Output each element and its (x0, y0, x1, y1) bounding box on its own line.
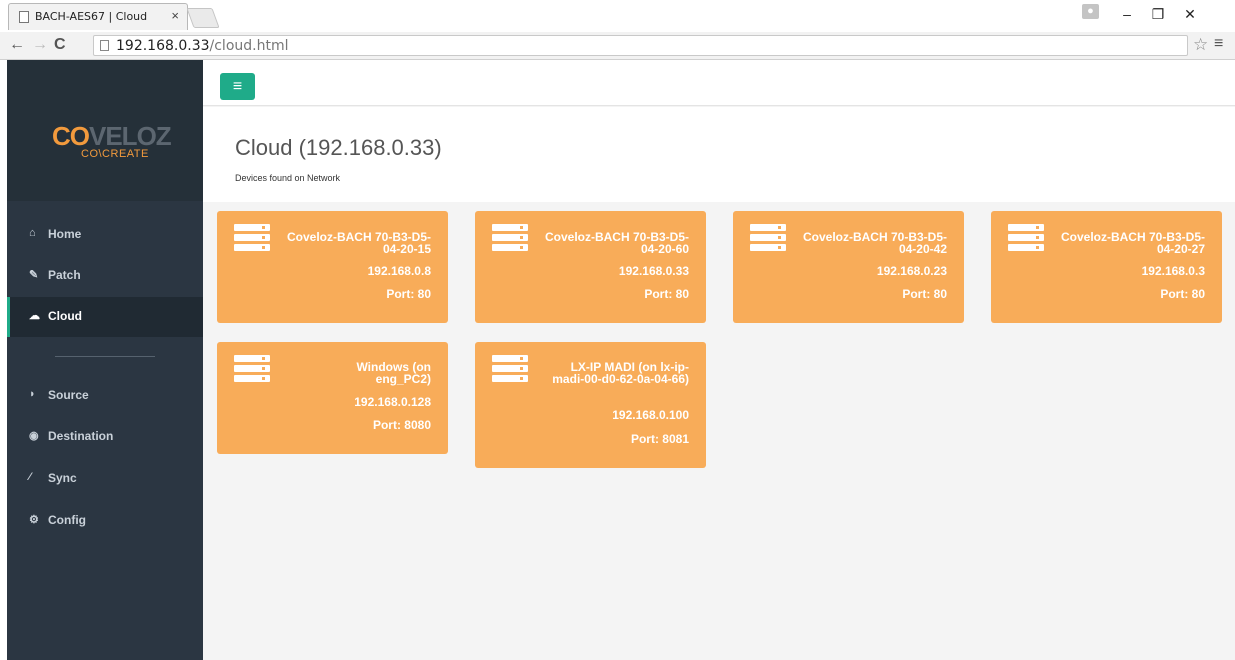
destination-icon: ◉ (29, 430, 39, 442)
sidebar-item-destination[interactable]: ◉ Destination (7, 417, 203, 457)
device-name: LX-IP MADI (on lx-ip-madi-00-d0-62-0a-04… (552, 360, 689, 386)
device-port: Port: 8081 (630, 432, 689, 446)
tab-title: BACH-AES67 | Cloud (35, 10, 148, 23)
device-card[interactable]: Coveloz-BACH 70-B3-D5-04-20-27 192.168.0… (991, 211, 1222, 323)
device-port: Port: 80 (1160, 287, 1205, 301)
device-port: Port: 80 (386, 287, 431, 301)
logo-co: CO (52, 121, 90, 151)
device-card[interactable]: Coveloz-BACH 70-B3-D5-04-20-15 192.168.0… (217, 211, 448, 323)
server-icon (234, 224, 270, 252)
page-header: Cloud (192.168.0.33) Devices found on Ne… (203, 107, 1235, 202)
forward-arrow-icon[interactable]: → (32, 36, 48, 54)
sidebar-item-label: Home (48, 227, 82, 241)
user-profile-icon[interactable]: ● (1082, 4, 1099, 19)
sidebar-item-label: Cloud (48, 309, 82, 323)
sidebar-item-label: Patch (48, 268, 81, 282)
browser-menu-icon[interactable]: ≡ (1214, 35, 1223, 53)
top-navbar: ≡ (203, 60, 1235, 106)
bookmark-star-icon[interactable]: ☆ (1193, 35, 1208, 55)
device-card[interactable]: LX-IP MADI (on lx-ip-madi-00-d0-62-0a-04… (475, 342, 706, 468)
device-port: Port: 80 (902, 287, 947, 301)
tab-close-icon[interactable]: × (171, 8, 179, 23)
page-info-icon[interactable] (100, 40, 109, 51)
device-name: Coveloz-BACH 70-B3-D5-04-20-15 (286, 230, 431, 256)
page-title: Cloud (192.168.0.33) (235, 135, 442, 160)
sidebar-item-label: Destination (48, 429, 114, 443)
edit-icon: ✎ (29, 269, 39, 281)
device-port: Port: 80 (644, 287, 689, 301)
sidebar-item-cloud[interactable]: ☁ Cloud (7, 297, 203, 337)
page-subtitle: Devices found on Network (235, 173, 341, 183)
device-ip: 192.168.0.23 (876, 264, 947, 278)
device-ip: 192.168.0.128 (354, 395, 431, 409)
sync-icon: ⁄ (29, 471, 31, 483)
reload-icon[interactable]: C (54, 36, 66, 54)
home-icon: ⌂ (29, 227, 36, 239)
device-name: Coveloz-BACH 70-B3-D5-04-20-60 (544, 230, 689, 256)
minimize-button[interactable]: – (1112, 4, 1142, 24)
server-icon (492, 224, 528, 252)
menu-toggle-button[interactable]: ≡ (220, 73, 255, 100)
restore-button[interactable]: ❐ (1143, 4, 1173, 24)
address-bar-row: ← → C 192.168.0.33/cloud.html ☆ ≡ (0, 32, 1235, 60)
back-arrow-icon[interactable]: ← (9, 36, 25, 54)
logo-tagline: CO\CREATE (81, 148, 149, 160)
server-icon (1008, 224, 1044, 252)
device-card[interactable]: Coveloz-BACH 70-B3-D5-04-20-60 192.168.0… (475, 211, 706, 323)
browser-tab[interactable]: BACH-AES67 | Cloud × (8, 3, 188, 30)
window-close-button[interactable]: ✕ (1175, 4, 1205, 24)
device-name: Windows (on eng_PC2) (356, 360, 431, 386)
url-host: 192.168.0.33 (116, 38, 210, 54)
logo-veloz: VELOZ (89, 121, 172, 151)
device-card[interactable]: Windows (on eng_PC2) 192.168.0.128 Port:… (217, 342, 448, 454)
url-text: 192.168.0.33/cloud.html (116, 38, 288, 54)
url-path: /cloud.html (209, 38, 289, 54)
sidebar-item-sync[interactable]: ⁄ Sync (7, 459, 203, 499)
url-input[interactable]: 192.168.0.33/cloud.html (93, 35, 1188, 56)
device-ip: 192.168.0.33 (618, 264, 689, 278)
device-port: Port: 8080 (372, 418, 431, 432)
gears-icon: ⚙ (29, 514, 39, 526)
sidebar-item-label: Config (48, 513, 86, 527)
main-content: ≡ Cloud (192.168.0.33) Devices found on … (203, 60, 1235, 660)
sidebar-item-label: Sync (48, 471, 77, 485)
cloud-icon: ☁ (29, 310, 40, 322)
sidebar-item-config[interactable]: ⚙ Config (7, 501, 203, 541)
sidebar-item-home[interactable]: ⌂ Home (7, 215, 203, 255)
sidebar-divider (55, 356, 155, 357)
server-icon (234, 355, 270, 383)
new-tab-button[interactable] (186, 8, 220, 28)
device-card[interactable]: Coveloz-BACH 70-B3-D5-04-20-42 192.168.0… (733, 211, 964, 323)
server-icon (492, 355, 528, 383)
device-ip: 192.168.0.3 (1141, 264, 1205, 278)
page-icon (19, 11, 29, 23)
sidebar-item-source[interactable]: ◗ Source (7, 376, 203, 416)
logo: COVELOZ CO\CREATE (7, 60, 203, 201)
sidebar-item-label: Source (48, 388, 89, 402)
device-name: Coveloz-BACH 70-B3-D5-04-20-42 (802, 230, 947, 256)
device-ip: 192.168.0.100 (612, 408, 689, 422)
device-name: Coveloz-BACH 70-B3-D5-04-20-27 (1060, 230, 1205, 256)
sidebar: COVELOZ CO\CREATE ⌂ Home ✎ Patch ☁ Cloud… (7, 60, 203, 660)
sidebar-item-patch[interactable]: ✎ Patch (7, 256, 203, 296)
server-icon (750, 224, 786, 252)
device-ip: 192.168.0.8 (367, 264, 431, 278)
source-icon: ◗ (29, 388, 36, 400)
browser-titlebar: BACH-AES67 | Cloud × ● – ❐ ✕ (0, 0, 1235, 32)
